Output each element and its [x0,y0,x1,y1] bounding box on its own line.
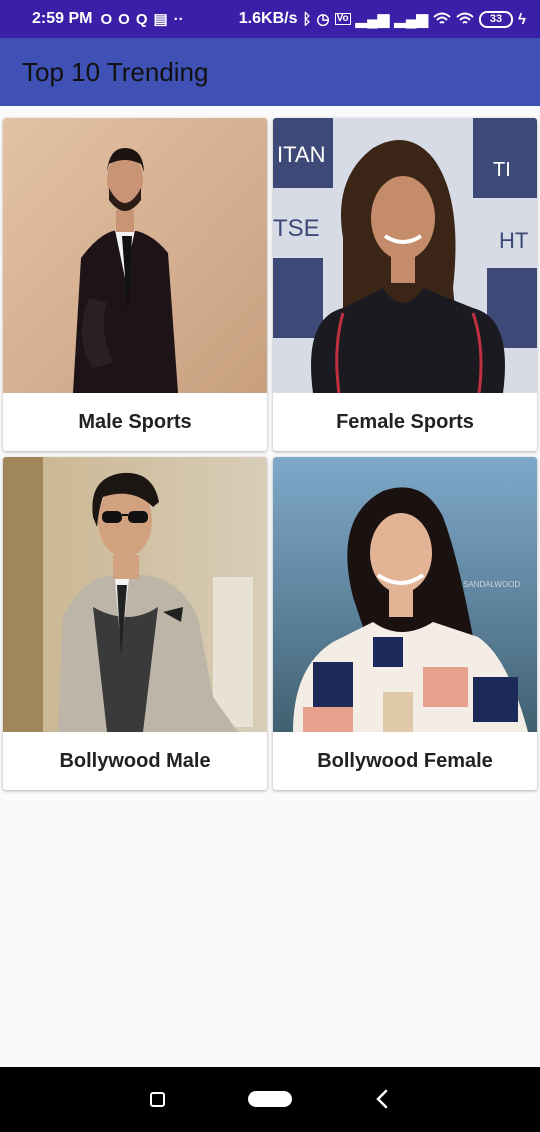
status-bar: 2:59 PM O O Q ▤ ·· 1.6KB/s ᛒ ◷ Vo ▂▄▆ ▂▄… [0,0,540,38]
o-icon: O [118,10,130,28]
female-sports-image: ITAN TSE HT TI [273,118,537,393]
card-icon: ▤ [153,10,168,28]
status-time: 2:59 PM [32,10,93,27]
category-card-female-sports[interactable]: ITAN TSE HT TI Female Sports [273,118,537,451]
wifi-icon [456,12,474,24]
bollywood-female-image: SANDALWOOD [273,457,537,732]
wifi-icon [433,12,451,24]
svg-text:TI: TI [493,159,511,181]
battery-level: 33 [489,13,503,25]
svg-text:HT: HT [499,228,528,253]
app-bar: Top 10 Trending [0,38,540,106]
svg-text:SANDALWOOD: SANDALWOOD [463,580,520,589]
category-label: Bollywood Male [59,749,211,772]
bollywood-male-image [3,457,267,732]
category-label: Female Sports [336,410,474,433]
dots-icon: ·· [173,10,184,28]
svg-text:ITAN: ITAN [277,142,325,167]
navigation-bar [0,1067,540,1132]
signal-icon: ▂▄▆ [394,10,429,28]
category-card-male-sports[interactable]: Male Sports [3,118,267,451]
category-card-bollywood-male[interactable]: Bollywood Male [3,457,267,790]
battery-icon: 33 [479,10,514,28]
signal-icon: ▂▄▆ [355,10,390,28]
network-speed: 1.6KB/s [238,10,298,27]
back-button[interactable] [372,1088,392,1110]
category-card-bollywood-female[interactable]: SANDALWOOD Bollywood Female [273,457,537,790]
bluetooth-icon: ᛒ [302,10,312,28]
category-label: Bollywood Female [317,749,493,772]
system-icons: 1.6KB/s ᛒ ◷ Vo ▂▄▆ ▂▄▆ 33 ϟ [239,10,526,28]
o-icon: O [100,10,113,28]
volte-icon: Vo [334,13,351,25]
charging-icon: ϟ [518,10,526,28]
category-label: Male Sports [78,410,192,433]
recents-button[interactable] [150,1092,165,1107]
alarm-icon: ◷ [316,10,330,28]
notification-icons: O O Q ▤ ·· [100,12,183,27]
home-button[interactable] [248,1091,292,1107]
male-sports-image [3,118,267,393]
svg-text:TSE: TSE [273,215,320,242]
q-icon: Q [135,10,148,28]
category-grid: Male Sports ITAN TSE HT TI Female Sports… [3,118,537,790]
page-title: Top 10 Trending [22,56,209,87]
